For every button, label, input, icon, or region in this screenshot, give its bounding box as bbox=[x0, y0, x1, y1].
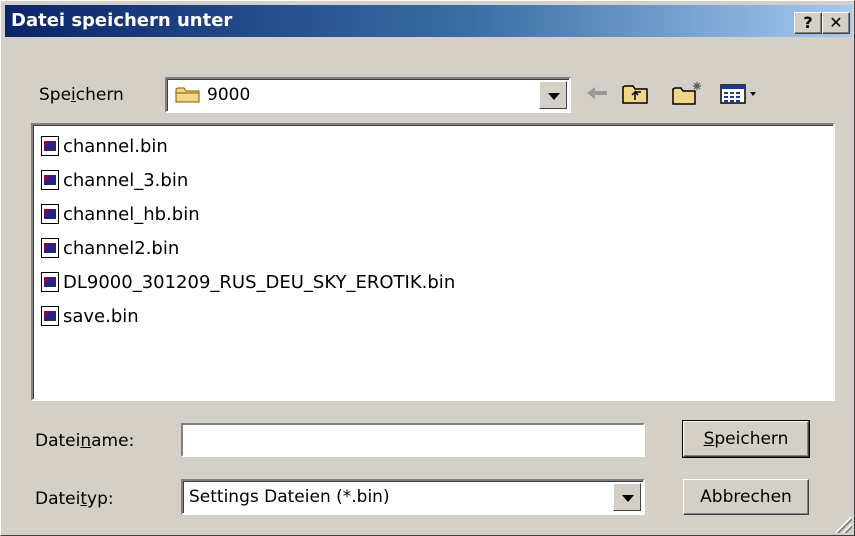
save-in-label: Speichern bbox=[39, 85, 124, 105]
close-button[interactable]: ✕ bbox=[822, 12, 850, 34]
folder-icon bbox=[175, 85, 201, 103]
list-item[interactable]: channel.bin bbox=[41, 131, 168, 161]
view-menu-icon[interactable] bbox=[715, 79, 765, 107]
cancel-button[interactable]: Abbrechen bbox=[683, 479, 809, 515]
bin-file-icon bbox=[41, 170, 59, 190]
file-list[interactable]: channel.bin channel_3.bin channel_hb.bin… bbox=[31, 123, 835, 401]
dialog-title: Datei speichern unter bbox=[11, 10, 233, 31]
bin-file-icon bbox=[41, 238, 59, 258]
new-folder-icon[interactable] bbox=[667, 79, 707, 107]
bin-file-icon bbox=[41, 136, 59, 156]
filetype-dropdown[interactable]: Settings Dateien (*.bin) bbox=[181, 479, 645, 515]
filetype-label: Dateityp: bbox=[35, 489, 114, 509]
current-folder-name: 9000 bbox=[207, 85, 251, 105]
save-in-dropdown-arrow[interactable] bbox=[539, 81, 567, 109]
save-as-dialog: Datei speichern unter ? ✕ Speichern 9000… bbox=[0, 0, 855, 536]
back-arrow-icon[interactable] bbox=[583, 79, 613, 107]
save-button[interactable]: Speichern bbox=[682, 420, 810, 458]
filename-label: Dateiname: bbox=[35, 431, 135, 451]
filename-field[interactable] bbox=[181, 423, 645, 457]
bin-file-icon bbox=[41, 272, 59, 292]
list-item[interactable]: DL9000_301209_RUS_DEU_SKY_EROTIK.bin bbox=[41, 267, 455, 297]
bin-file-icon bbox=[41, 204, 59, 224]
list-item[interactable]: channel2.bin bbox=[41, 233, 179, 263]
resize-grip[interactable] bbox=[836, 517, 852, 533]
title-bar[interactable]: Datei speichern unter ? ✕ bbox=[5, 5, 852, 37]
list-item[interactable]: channel_3.bin bbox=[41, 165, 188, 195]
list-item[interactable]: channel_hb.bin bbox=[41, 199, 200, 229]
filetype-dropdown-arrow[interactable] bbox=[613, 483, 641, 511]
save-in-dropdown[interactable]: 9000 bbox=[165, 77, 571, 113]
filetype-value: Settings Dateien (*.bin) bbox=[189, 487, 390, 507]
help-button[interactable]: ? bbox=[794, 12, 822, 34]
up-folder-icon[interactable] bbox=[619, 79, 655, 107]
bin-file-icon bbox=[41, 306, 59, 326]
list-item[interactable]: save.bin bbox=[41, 301, 139, 331]
